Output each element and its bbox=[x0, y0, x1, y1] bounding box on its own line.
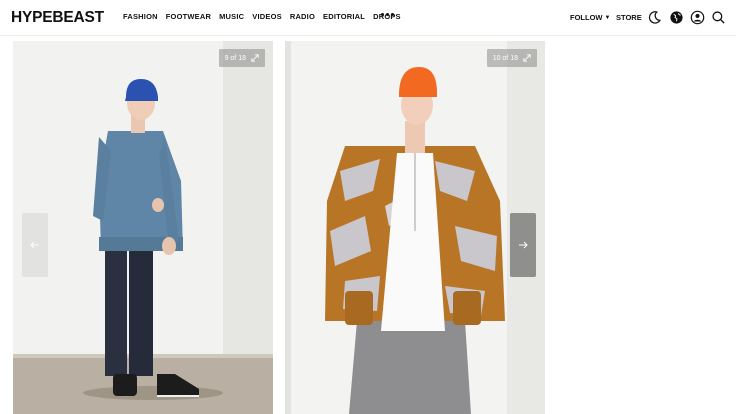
nav-music[interactable]: MUSIC bbox=[219, 12, 244, 21]
arrow-right-icon bbox=[519, 241, 528, 249]
slide-counter-text: 9 of 18 bbox=[224, 54, 246, 62]
slide-counter: 9 of 18 bbox=[218, 49, 265, 67]
slide-counter-text: 10 of 18 bbox=[492, 54, 518, 62]
main-nav: FASHION FOOTWEAR MUSIC VIDEOS RADIO EDIT… bbox=[123, 12, 401, 21]
gallery-image[interactable]: 10 of 18 bbox=[285, 41, 545, 414]
nav-radio[interactable]: RADIO bbox=[290, 12, 315, 21]
account-icon[interactable] bbox=[690, 10, 705, 25]
nav-footwear[interactable]: FOOTWEAR bbox=[166, 12, 211, 21]
chevron-down-icon: ▼ bbox=[604, 15, 611, 21]
store-link[interactable]: STORE bbox=[616, 13, 642, 22]
image-gallery: 9 of 18 10 of 18 bbox=[0, 36, 736, 414]
model-photo-camo-jacket bbox=[285, 41, 545, 414]
more-icon[interactable] bbox=[381, 13, 394, 16]
nav-fashion[interactable]: FASHION bbox=[123, 12, 158, 21]
nav-editorial[interactable]: EDITORIAL bbox=[323, 12, 365, 21]
slide-counter: 10 of 18 bbox=[486, 49, 537, 67]
previous-slide-button[interactable] bbox=[22, 213, 48, 277]
nav-videos[interactable]: VIDEOS bbox=[252, 12, 282, 21]
expand-icon[interactable] bbox=[251, 54, 259, 62]
gallery-image[interactable]: 9 of 18 bbox=[13, 41, 273, 414]
follow-label: FOLLOW bbox=[570, 13, 603, 22]
globe-icon[interactable] bbox=[669, 10, 684, 25]
hypebeast-logo[interactable]: HYPEBEAST bbox=[11, 9, 104, 27]
next-slide-button[interactable] bbox=[510, 213, 536, 277]
follow-dropdown[interactable]: FOLLOW ▼ bbox=[570, 13, 610, 22]
arrow-left-icon bbox=[30, 241, 39, 249]
moon-icon[interactable] bbox=[647, 10, 662, 25]
top-navigation-bar: HYPEBEAST FASHION FOOTWEAR MUSIC VIDEOS … bbox=[0, 0, 736, 36]
expand-icon[interactable] bbox=[523, 54, 531, 62]
search-icon[interactable] bbox=[711, 10, 726, 25]
model-photo-blue-cardigan bbox=[13, 41, 273, 414]
